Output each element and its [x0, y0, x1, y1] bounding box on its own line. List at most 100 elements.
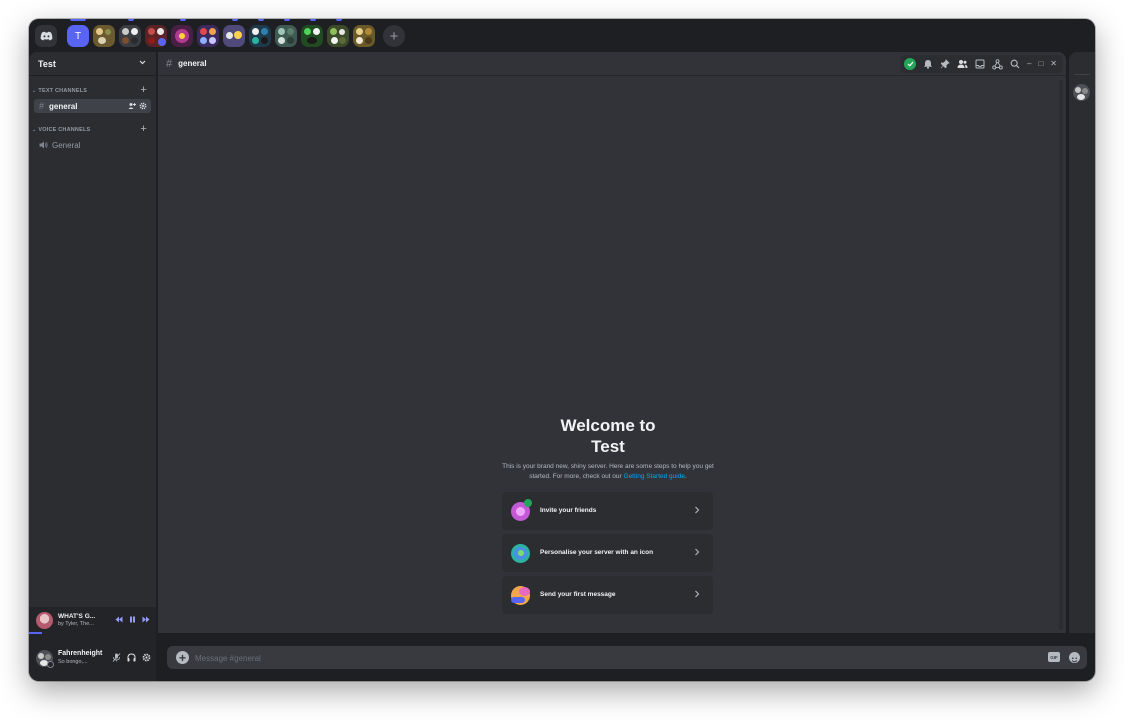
category-text-channels[interactable]: ⌄ TEXT CHANNELS + [32, 84, 153, 97]
channel-sidebar: Test ⌄ TEXT CHANNELS + # general ⌄ VOICE… [29, 52, 156, 633]
first-message-icon [511, 586, 530, 605]
pin-icon[interactable] [940, 59, 950, 69]
unread-indicator [232, 19, 238, 21]
server-icon-7[interactable] [223, 25, 245, 47]
getting-started-link[interactable]: Getting Started guide [624, 473, 685, 480]
server-icon-10[interactable] [301, 25, 323, 47]
invite-user-icon[interactable] [128, 102, 136, 110]
scrollbar[interactable] [1059, 80, 1063, 630]
server-icon-6[interactable] [197, 25, 219, 47]
inbox-icon[interactable] [975, 59, 985, 69]
welcome-section: Welcome to Test This is your brand new, … [498, 415, 718, 481]
track-title[interactable]: WHAT'S G... [58, 613, 95, 620]
server-icon-3[interactable] [119, 25, 141, 47]
message-input[interactable] [195, 652, 1015, 664]
header-toolbar: – □ ✕ [900, 55, 1063, 73]
track-artist: by Tyler, The... [58, 621, 94, 627]
offline-status-icon [47, 661, 54, 668]
rewind-icon[interactable] [115, 616, 123, 623]
headphones-icon[interactable] [127, 653, 136, 662]
category-label: TEXT CHANNELS [38, 88, 88, 94]
hash-icon: # [39, 101, 45, 111]
action-label: Send your first message [540, 591, 616, 598]
members-icon[interactable] [957, 59, 968, 69]
settings-gear-icon[interactable] [142, 653, 151, 662]
channel-item-general[interactable]: # general [34, 99, 151, 113]
chevron-down-icon [139, 60, 146, 65]
discord-logo-icon [40, 31, 52, 41]
home-button[interactable] [35, 25, 57, 47]
server-header[interactable]: Test [29, 52, 156, 76]
server-icon-4[interactable] [145, 25, 167, 47]
close-button[interactable]: ✕ [1050, 60, 1057, 68]
unread-indicator [128, 19, 134, 21]
check-status-icon[interactable] [904, 58, 916, 70]
welcome-heading: Welcome to Test [560, 416, 656, 456]
action-label: Invite your friends [540, 507, 597, 514]
add-server-button[interactable]: + [383, 25, 405, 47]
message-composer: + GIF [167, 646, 1087, 669]
server-name: Test [38, 58, 56, 69]
gear-icon[interactable] [139, 102, 147, 110]
chevron-right-icon [695, 590, 700, 598]
server-icon-11[interactable] [327, 25, 349, 47]
speaker-icon [39, 141, 48, 149]
pause-icon[interactable] [129, 616, 136, 623]
discord-window: T + Test ⌄ TEXT CHANNELS + # general ⌄ V… [29, 19, 1095, 681]
album-art[interactable] [36, 612, 53, 629]
unread-indicator [310, 19, 316, 21]
now-playing-bar: WHAT'S G... by Tyler, The... [29, 607, 156, 634]
welcome-description: This is your brand new, shiny server. He… [502, 463, 714, 480]
search-icon[interactable] [1010, 59, 1020, 69]
action-label: Personalise your server with an icon [540, 549, 654, 556]
unread-indicator [336, 19, 342, 21]
server-bar: T + [29, 19, 1095, 52]
server-icon-5[interactable] [171, 25, 193, 47]
unread-indicator [180, 19, 186, 21]
first-message-card[interactable]: Send your first message [502, 576, 713, 614]
server-icon-9[interactable] [275, 25, 297, 47]
invite-friends-icon [511, 499, 532, 521]
maximize-button[interactable]: □ [1038, 60, 1043, 68]
add-attachment-button[interactable]: + [176, 651, 189, 664]
create-channel-button[interactable]: + [140, 84, 147, 96]
hash-icon: # [166, 57, 173, 70]
channel-label: general [49, 101, 78, 111]
channel-title: general [178, 59, 207, 68]
emoji-icon[interactable] [1069, 652, 1080, 663]
category-label: VOICE CHANNELS [38, 127, 91, 133]
fast-forward-icon[interactable] [142, 616, 150, 623]
invite-friends-card[interactable]: Invite your friends [502, 492, 713, 530]
category-voice-channels[interactable]: ⌄ VOICE CHANNELS + [32, 123, 153, 136]
microphone-muted-icon[interactable] [112, 653, 121, 662]
unread-indicator [284, 19, 290, 21]
plus-icon: + [178, 650, 186, 665]
chevron-right-icon [695, 506, 700, 514]
server-icon-12[interactable] [353, 25, 375, 47]
minimize-button[interactable]: – [1027, 60, 1031, 68]
chat-area: # general – □ ✕ Welcome to Test This is … [158, 52, 1066, 633]
custom-status: So bongo,... [58, 659, 88, 665]
username[interactable]: Fahrenheight [58, 650, 102, 657]
server-icon-test[interactable]: T [67, 25, 89, 47]
selected-server-indicator [70, 19, 86, 21]
gif-button[interactable]: GIF [1048, 652, 1060, 662]
server-icon-2[interactable] [93, 25, 115, 47]
member-avatar[interactable] [1073, 84, 1090, 101]
unread-indicator [258, 19, 264, 21]
caret-down-icon: ⌄ [32, 88, 37, 94]
channel-item-voice-general[interactable]: General [34, 138, 151, 152]
personalise-icon [511, 544, 530, 563]
server-icon-8[interactable] [249, 25, 271, 47]
create-channel-button[interactable]: + [140, 123, 147, 135]
member-list-rail [1069, 52, 1095, 633]
channel-header: # general – □ ✕ [158, 52, 1066, 76]
plus-icon: + [389, 27, 399, 45]
divider [1074, 74, 1090, 75]
personalise-server-card[interactable]: Personalise your server with an icon [502, 534, 713, 572]
caret-down-icon: ⌄ [32, 127, 37, 133]
chevron-right-icon [695, 548, 700, 556]
channel-label: General [52, 140, 81, 150]
bell-icon[interactable] [923, 59, 933, 69]
threads-icon[interactable] [992, 58, 1003, 70]
